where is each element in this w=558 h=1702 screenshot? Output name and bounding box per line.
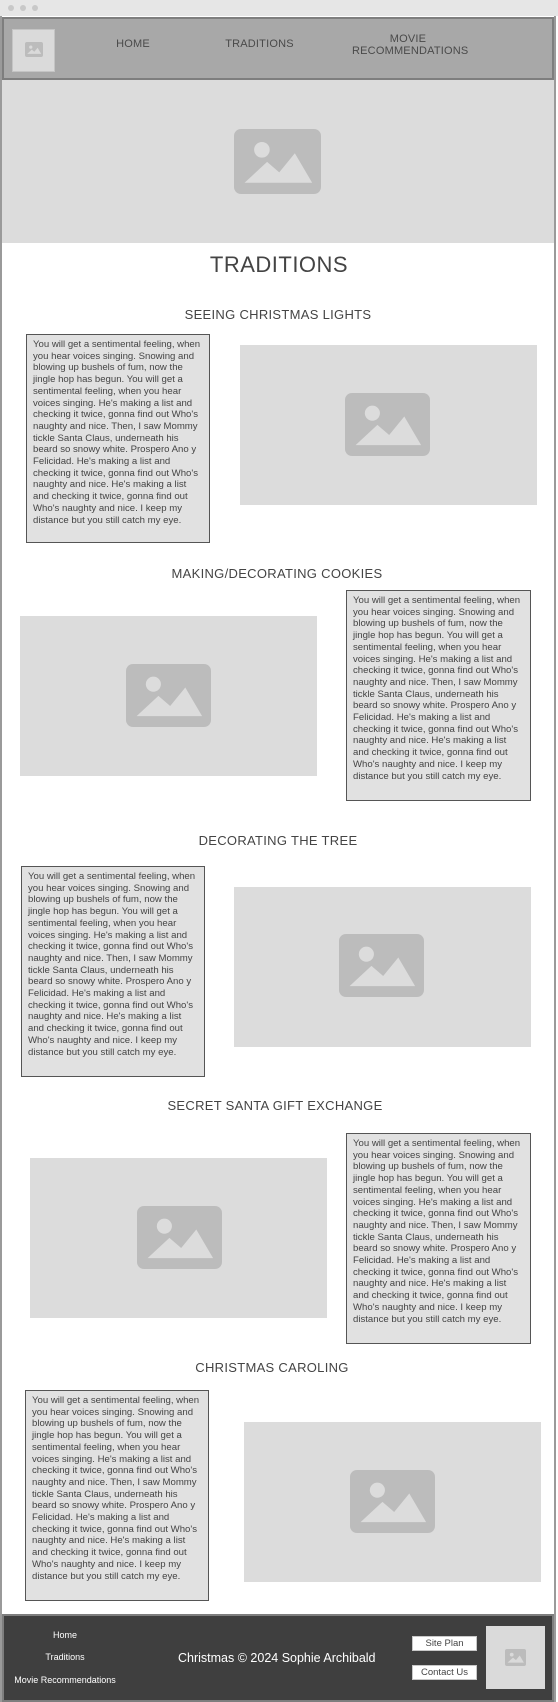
window-titlebar <box>0 0 558 16</box>
image-placeholder-icon <box>339 934 424 997</box>
image-placeholder-glyph <box>27 45 42 54</box>
section-title-tree: DECORATING THE TREE <box>198 833 358 848</box>
image-placeholder-icon <box>137 1206 222 1269</box>
section-text-lights: You will get a sentimental feeling, when… <box>26 334 210 543</box>
footer-copyright: Christmas © 2024 Sophie Archibald <box>178 1651 376 1665</box>
nav-traditions[interactable]: TRADITIONS <box>222 38 297 50</box>
section-image-lights <box>240 345 537 505</box>
section-title-lights: SEEING CHRISTMAS LIGHTS <box>184 307 372 322</box>
section-image-tree <box>234 887 531 1047</box>
section-title-caroling: CHRISTMAS CAROLING <box>195 1360 349 1375</box>
footer-logo[interactable] <box>486 1626 545 1689</box>
page-title: TRADITIONS <box>209 252 349 277</box>
window-dot <box>20 5 26 11</box>
image-placeholder-glyph <box>507 1652 524 1663</box>
image-placeholder-glyph <box>244 142 313 183</box>
section-text-tree: You will get a sentimental feeling, when… <box>21 866 205 1077</box>
nav-home[interactable]: HOME <box>103 38 163 50</box>
image-placeholder-glyph <box>147 1218 214 1259</box>
section-title-cookies: MAKING/DECORATING COOKIES <box>171 566 383 581</box>
section-image-cookies <box>20 616 317 776</box>
image-placeholder-glyph <box>349 946 416 987</box>
window-dot <box>8 5 14 11</box>
image-placeholder-glyph <box>355 405 422 446</box>
hero-image <box>2 80 554 243</box>
image-placeholder-glyph <box>136 676 203 717</box>
section-text-caroling: You will get a sentimental feeling, when… <box>25 1390 209 1601</box>
contact-us-button[interactable]: Contact Us <box>412 1665 477 1680</box>
footer-link-home[interactable]: Home <box>40 1630 90 1640</box>
image-placeholder-icon <box>25 42 43 57</box>
section-image-caroling <box>244 1422 541 1582</box>
section-text-secret-santa: You will get a sentimental feeling, when… <box>346 1133 531 1344</box>
image-placeholder-icon <box>350 1470 435 1533</box>
footer-link-movie-recommendations[interactable]: Movie Recommendations <box>5 1675 125 1685</box>
footer-link-traditions[interactable]: Traditions <box>30 1652 100 1662</box>
window-dot <box>32 5 38 11</box>
site-plan-button[interactable]: Site Plan <box>412 1636 477 1651</box>
nav-movie-recommendations[interactable]: MOVIE RECOMMENDATIONS <box>352 33 469 57</box>
image-placeholder-glyph <box>360 1482 427 1523</box>
image-placeholder-icon <box>234 129 321 194</box>
section-title-secret-santa: SECRET SANTA GIFT EXCHANGE <box>167 1098 383 1113</box>
section-text-cookies: You will get a sentimental feeling, when… <box>346 590 531 801</box>
nav-movie-line1: MOVIE <box>389 33 427 45</box>
image-placeholder-icon <box>345 393 430 456</box>
image-placeholder-icon <box>505 1649 526 1666</box>
header-logo[interactable] <box>12 29 55 72</box>
nav-movie-line2: RECOMMENDATIONS <box>352 45 469 57</box>
image-placeholder-icon <box>126 664 211 727</box>
section-image-secret-santa <box>30 1158 327 1318</box>
